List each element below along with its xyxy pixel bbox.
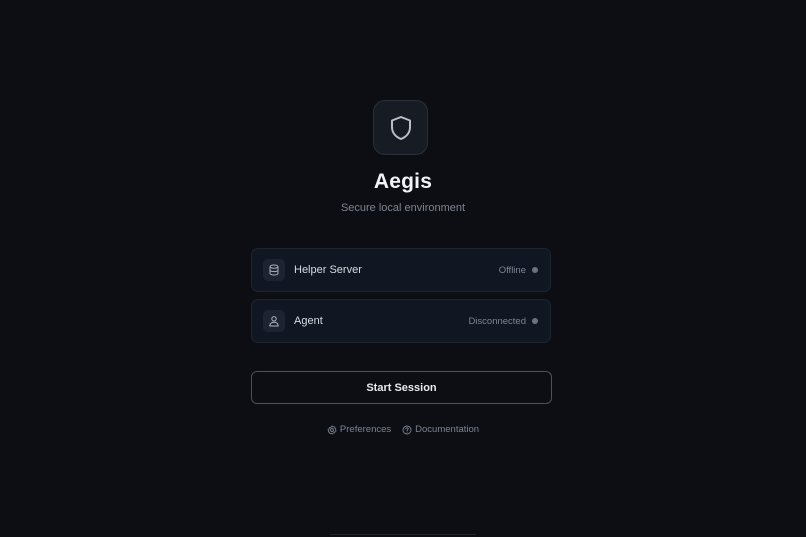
preferences-link[interactable]: Preferences xyxy=(327,424,391,435)
help-circle-icon xyxy=(402,425,412,434)
status-dot xyxy=(532,267,538,273)
service-label: Agent xyxy=(294,315,323,327)
app-title: Aegis xyxy=(373,170,433,193)
documentation-label: Documentation xyxy=(415,424,480,435)
gear-icon xyxy=(327,424,337,434)
status-dot xyxy=(532,318,538,324)
database-icon xyxy=(269,264,279,276)
footer-links: Preferences Documentation xyxy=(0,424,806,435)
service-card-helper-server: Helper Server Offline xyxy=(251,248,551,292)
service-status: Offline xyxy=(498,264,526,276)
service-status: Disconnected xyxy=(468,315,526,327)
user-icon xyxy=(269,316,279,327)
service-card-agent: Agent Disconnected xyxy=(251,299,551,343)
shield-icon xyxy=(390,115,411,140)
service-icon-box xyxy=(263,259,285,281)
app-logo xyxy=(373,100,428,155)
preferences-label: Preferences xyxy=(339,424,392,435)
service-icon-box xyxy=(263,310,285,332)
app-subtitle: Secure local environment xyxy=(340,202,466,214)
bottom-divider xyxy=(330,534,476,535)
documentation-link[interactable]: Documentation xyxy=(402,424,479,435)
service-label: Helper Server xyxy=(294,264,362,276)
launcher-screen: Aegis Secure local environment Helper Se… xyxy=(0,0,806,537)
start-session-button[interactable]: Start Session xyxy=(251,371,552,404)
